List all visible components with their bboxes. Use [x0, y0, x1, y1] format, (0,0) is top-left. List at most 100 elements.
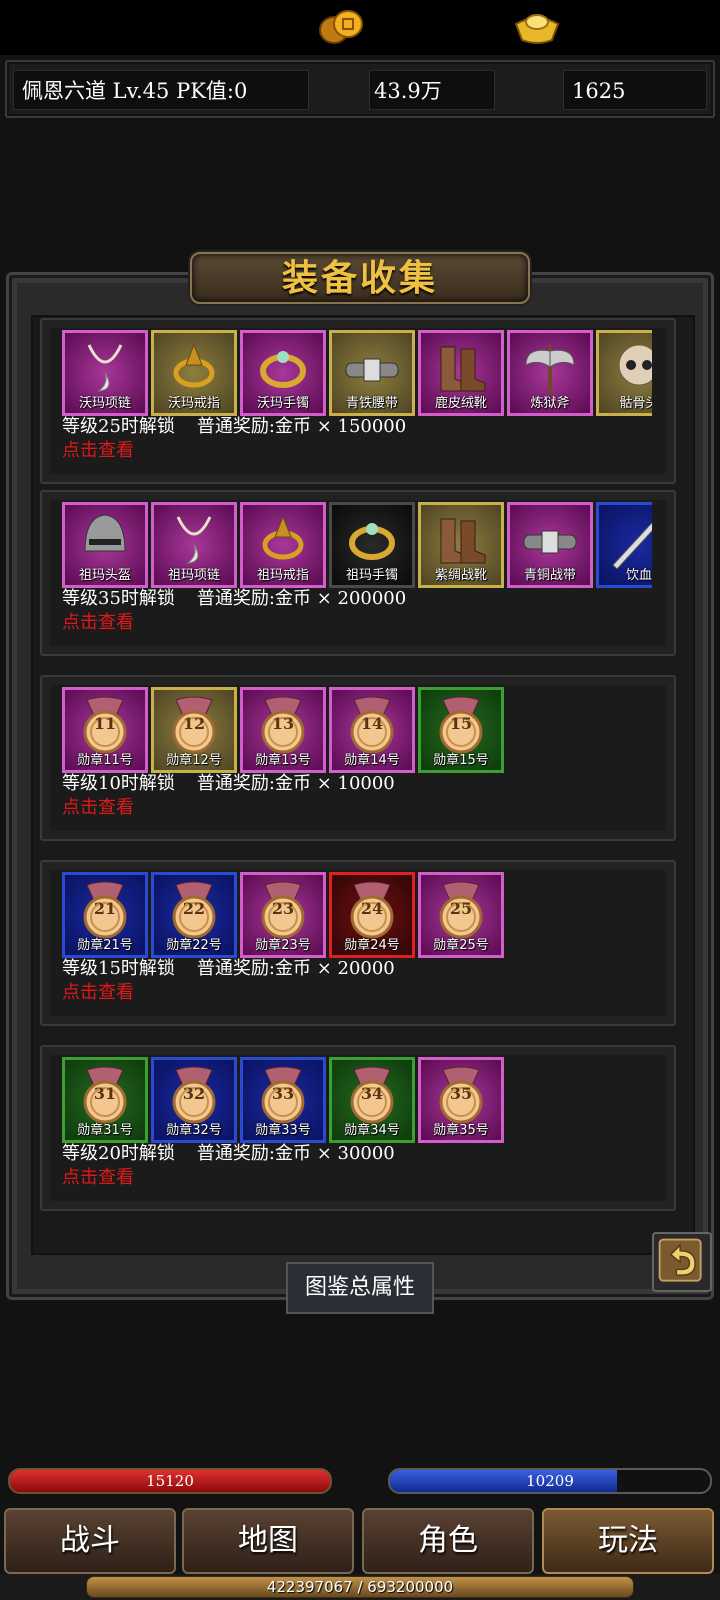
item-slot[interactable]: 沃玛手镯 — [240, 330, 326, 416]
necklace-icon — [176, 516, 212, 564]
row-info: 等级15时解锁 普通奖励:金币 × 20000 — [62, 954, 417, 980]
collection-row: 31 勋章31号 32 勋章32号 33 勋章33号 34 勋章34号 35 勋章35号等级20时… — [40, 1045, 676, 1211]
view-details-link[interactable]: 点击查看 — [62, 436, 134, 462]
item-slot[interactable]: 24 勋章24号 — [329, 872, 415, 958]
medal-number: 25 — [449, 899, 473, 918]
item-label: 沃玛手镯 — [256, 396, 309, 411]
total-attributes-button[interactable]: 图鉴总属性 — [286, 1262, 434, 1314]
medal-number: 34 — [360, 1084, 384, 1103]
item-label: 勋章12号 — [166, 753, 222, 768]
item-slot[interactable]: 22 勋章22号 — [151, 872, 237, 958]
ingot-box: 1625 — [563, 70, 707, 110]
item-slot[interactable]: 32 勋章32号 — [151, 1057, 237, 1143]
hp-bar: 15120 — [8, 1468, 332, 1494]
item-slot[interactable]: 33 勋章33号 — [240, 1057, 326, 1143]
panel-title-plate: 装备收集 — [190, 252, 530, 304]
reward-text: 普通奖励:金币 × 30000 — [196, 1143, 395, 1164]
item-label: 勋章31号 — [77, 1123, 133, 1138]
medal-number: 23 — [271, 899, 295, 918]
item-slots: 沃玛项链 沃玛戒指 沃玛手镯 青铁腰带 鹿皮绒靴 炼狱斧 骷骨头 — [62, 330, 652, 416]
nav-character[interactable]: 角色 — [362, 1508, 534, 1574]
medal-number: 24 — [360, 899, 384, 918]
back-button[interactable] — [652, 1232, 712, 1292]
item-slot[interactable]: 21 勋章21号 — [62, 872, 148, 958]
item-slot[interactable]: 25 勋章25号 — [418, 872, 504, 958]
nav-map[interactable]: 地图 — [182, 1508, 354, 1574]
item-label: 饮血 — [625, 568, 652, 583]
item-slot[interactable]: 34 勋章34号 — [329, 1057, 415, 1143]
medal-number: 13 — [271, 714, 295, 733]
view-details-link[interactable]: 点击查看 — [62, 793, 134, 819]
item-slot[interactable]: 骷骨头 — [596, 330, 652, 416]
medal-number: 21 — [93, 899, 117, 918]
item-slots: 11 勋章11号 12 勋章12号 13 勋章13号 14 勋章14号 15 勋章15号 — [62, 687, 652, 773]
exp-bar: 422397067 / 693200000 — [86, 1576, 634, 1598]
hp-value: 15120 — [146, 1472, 194, 1490]
view-details-link[interactable]: 点击查看 — [62, 978, 134, 1004]
reward-text: 普通奖励:金币 × 150000 — [196, 416, 407, 437]
item-slot[interactable]: 青铜战带 — [507, 502, 593, 588]
bracelet-icon — [349, 523, 395, 560]
item-slot[interactable]: 青铁腰带 — [329, 330, 415, 416]
item-slot[interactable]: 鹿皮绒靴 — [418, 330, 504, 416]
item-slot[interactable]: 23 勋章23号 — [240, 872, 326, 958]
exp-value: 422397067 / 693200000 — [266, 1578, 454, 1596]
item-slot[interactable]: 13 勋章13号 — [240, 687, 326, 773]
item-slot[interactable]: 饮血 — [596, 502, 652, 588]
item-slot[interactable]: 紫绸战靴 — [418, 502, 504, 588]
item-slot[interactable]: 14 勋章14号 — [329, 687, 415, 773]
view-details-link[interactable]: 点击查看 — [62, 1163, 134, 1189]
item-label: 勋章22号 — [166, 938, 222, 953]
player-name-box: 佩恩六道 Lv.45 PK值:0 — [13, 70, 309, 110]
medal-number: 11 — [93, 714, 117, 733]
unlock-condition: 等级25时解锁 — [62, 416, 175, 437]
item-label: 祖玛手镯 — [345, 568, 398, 583]
item-slot[interactable]: 祖玛头盔 — [62, 502, 148, 588]
item-slots: 祖玛头盔 祖玛项链 祖玛戒指 祖玛手镯 紫绸战靴 青铜战带 饮血 — [62, 502, 652, 588]
ingot-amount: 1625 — [572, 79, 626, 103]
item-label: 勋章21号 — [77, 938, 133, 953]
item-label: 骷骨头 — [619, 396, 652, 411]
item-slot[interactable]: 15 勋章15号 — [418, 687, 504, 773]
item-slot[interactable]: 炼狱斧 — [507, 330, 593, 416]
reward-text: 普通奖励:金币 × 10000 — [196, 773, 395, 794]
unlock-condition: 等级20时解锁 — [62, 1143, 175, 1164]
gold-amount: 43.9万 — [374, 79, 442, 103]
item-slot[interactable]: 11 勋章11号 — [62, 687, 148, 773]
item-slot[interactable]: 沃玛项链 — [62, 330, 148, 416]
collection-row: 11 勋章11号 12 勋章12号 13 勋章13号 14 勋章14号 15 勋章15号 等级10时… — [40, 675, 676, 841]
medal-number: 32 — [182, 1084, 206, 1103]
collection-row: 祖玛头盔 祖玛项链 祖玛戒指 祖玛手镯 紫绸战靴 青铜战带 饮血等级35时解锁 普通奖励:金币… — [40, 490, 676, 656]
item-label: 勋章24号 — [344, 938, 400, 953]
collection-row: 21 勋章21号 22 勋章22号 23 勋章23号 24 勋章24号 25 勋章25号 等级15时… — [40, 860, 676, 1026]
medal-number: 14 — [360, 714, 384, 733]
item-slot[interactable]: 35 勋章35号 — [418, 1057, 504, 1143]
nav-battle[interactable]: 战斗 — [4, 1508, 176, 1574]
item-slot[interactable]: 31 勋章31号 — [62, 1057, 148, 1143]
skull-helmet-icon — [618, 344, 652, 386]
item-slot[interactable]: 祖玛手镯 — [329, 502, 415, 588]
medal-number: 35 — [449, 1084, 473, 1103]
item-label: 紫绸战靴 — [434, 568, 487, 583]
item-label: 沃玛戒指 — [167, 396, 220, 411]
mp-value: 10209 — [526, 1472, 574, 1490]
item-label: 青铜战带 — [523, 568, 576, 583]
item-label: 炼狱斧 — [530, 396, 570, 411]
row-info: 等级35时解锁 普通奖励:金币 × 200000 — [62, 584, 428, 610]
item-slots: 21 勋章21号 22 勋章22号 23 勋章23号 24 勋章24号 25 勋章25号 — [62, 872, 652, 958]
collection-row: 沃玛项链 沃玛戒指 沃玛手镯 青铁腰带 鹿皮绒靴 炼狱斧 骷骨头等级25时解锁 普通奖励:金币… — [40, 318, 676, 484]
item-label: 祖玛头盔 — [78, 568, 131, 583]
view-details-link[interactable]: 点击查看 — [62, 608, 134, 634]
return-arrow-icon — [658, 1238, 702, 1282]
item-label: 勋章32号 — [166, 1123, 222, 1138]
medal-number: 15 — [449, 714, 473, 733]
item-slots: 31 勋章31号 32 勋章32号 33 勋章33号 34 勋章34号 35 勋章35号 — [62, 1057, 652, 1143]
nav-gameplay[interactable]: 玩法 — [542, 1508, 714, 1574]
item-label: 祖玛戒指 — [256, 568, 309, 583]
item-slot[interactable]: 12 勋章12号 — [151, 687, 237, 773]
item-slot[interactable]: 祖玛项链 — [151, 502, 237, 588]
necklace-icon — [87, 344, 123, 392]
mp-bar: 10209 — [388, 1468, 712, 1494]
item-slot[interactable]: 沃玛戒指 — [151, 330, 237, 416]
item-slot[interactable]: 祖玛戒指 — [240, 502, 326, 588]
